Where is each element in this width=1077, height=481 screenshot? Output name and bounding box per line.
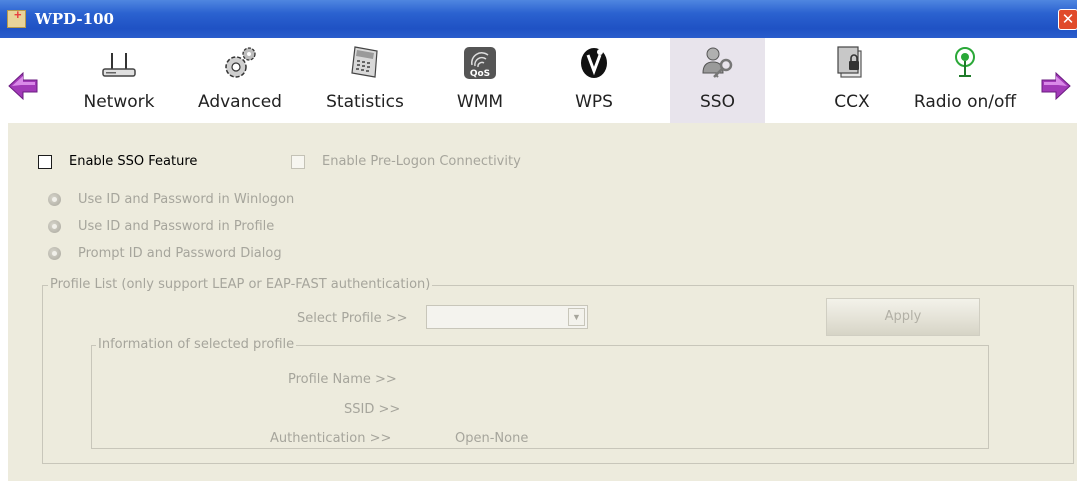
close-button[interactable]: ✕: [1058, 9, 1077, 30]
profile-name-label: Profile Name >>: [288, 372, 397, 387]
option-prompt-label: Prompt ID and Password Dialog: [78, 246, 282, 261]
option-profile-radio[interactable]: [48, 220, 61, 233]
tab-wmm-label: WMM: [456, 92, 504, 112]
window-title: WPD-100: [35, 10, 114, 28]
option-winlogon-label: Use ID and Password in Winlogon: [78, 192, 295, 207]
profile-info-legend: Information of selected profile: [96, 337, 297, 352]
profile-info-group: [91, 345, 989, 449]
title-bar: + WPD-100 ✕: [0, 0, 1077, 38]
tab-advanced[interactable]: Advanced: [187, 38, 293, 123]
tab-wps[interactable]: WPS: [562, 38, 626, 123]
profile-list-legend: Profile List (only support LEAP or EAP-F…: [48, 277, 433, 292]
tab-sso[interactable]: SSO: [670, 38, 765, 123]
tab-wps-label: WPS: [575, 92, 613, 112]
tab-ccx[interactable]: CCX: [820, 38, 884, 123]
tab-wmm[interactable]: QoS WMM: [448, 38, 512, 123]
ssid-label: SSID >>: [344, 402, 401, 417]
arrow-left-icon[interactable]: [7, 70, 39, 102]
tab-radio-on-off-label: Radio on/off: [913, 92, 1017, 112]
pre-logon-label: Enable Pre-Logon Connectivity: [322, 154, 521, 169]
router-icon: [101, 43, 137, 81]
toolbar: Network Advanced Statistics QoS WMM WPS …: [0, 38, 1077, 123]
pre-logon-checkbox[interactable]: [291, 155, 305, 169]
tab-network-label: Network: [83, 92, 155, 112]
option-winlogon-radio[interactable]: [48, 193, 61, 206]
app-icon: +: [7, 7, 26, 28]
authentication-value: Open-None: [455, 431, 529, 446]
tab-radio-on-off[interactable]: Radio on/off: [896, 38, 1034, 123]
apply-button[interactable]: Apply: [826, 298, 980, 336]
qos-icon: QoS: [462, 43, 498, 81]
tab-sso-label: SSO: [700, 92, 735, 112]
tab-network[interactable]: Network: [73, 38, 165, 123]
option-profile-label: Use ID and Password in Profile: [78, 219, 275, 234]
tab-ccx-label: CCX: [834, 92, 870, 112]
radio-signal-icon: [947, 43, 983, 81]
enable-sso-label: Enable SSO Feature: [69, 154, 198, 169]
enable-sso-checkbox[interactable]: [38, 155, 52, 169]
gears-icon: [222, 43, 258, 81]
tab-statistics[interactable]: Statistics: [316, 38, 414, 123]
wps-icon: [576, 43, 612, 81]
sso-panel: Enable SSO Feature Enable Pre-Logon Conn…: [8, 123, 1077, 481]
calculator-icon: [347, 43, 383, 81]
ccx-icon: [834, 43, 870, 81]
chevron-down-icon: ▼: [568, 308, 585, 326]
svg-text:QoS: QoS: [470, 69, 490, 79]
select-profile-dropdown[interactable]: ▼: [426, 305, 588, 329]
select-profile-label: Select Profile >>: [297, 311, 408, 326]
arrow-right-icon[interactable]: [1040, 70, 1072, 102]
option-prompt-radio[interactable]: [48, 247, 61, 260]
user-key-icon: [700, 43, 736, 81]
tab-advanced-label: Advanced: [198, 92, 282, 112]
authentication-label: Authentication >>: [270, 431, 392, 446]
tab-statistics-label: Statistics: [326, 92, 404, 112]
